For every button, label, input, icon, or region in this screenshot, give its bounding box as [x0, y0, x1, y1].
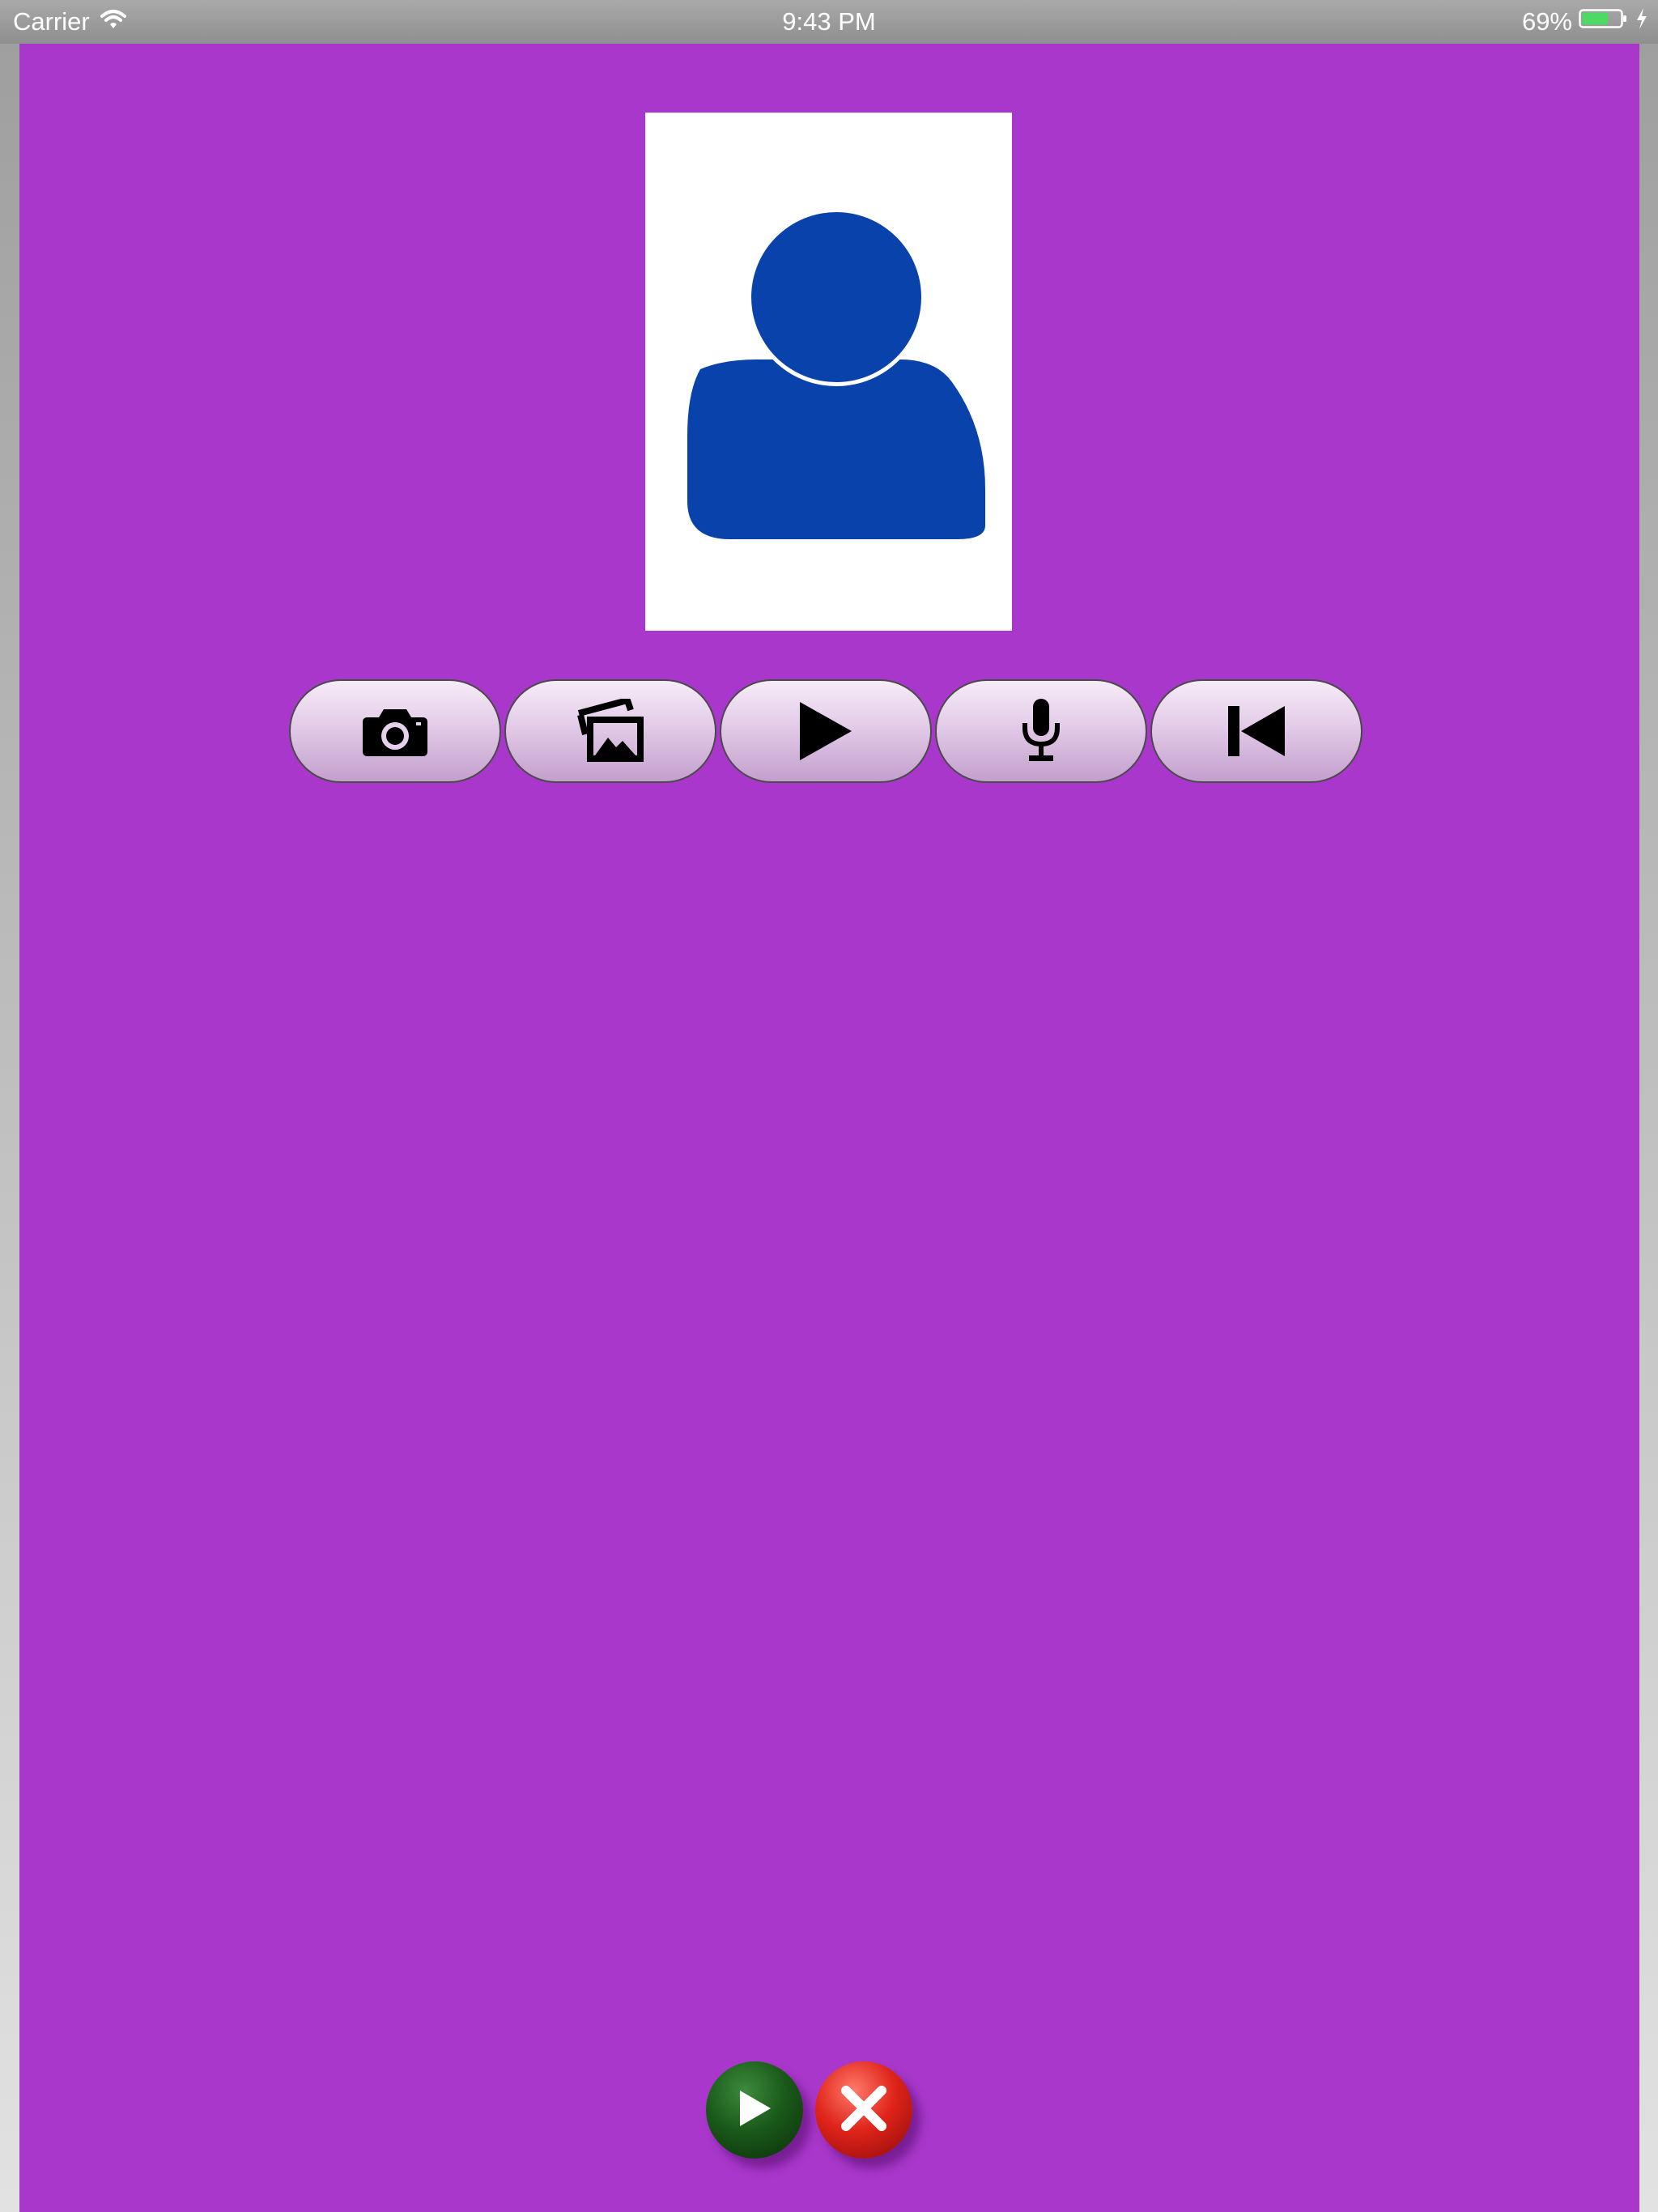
play-icon	[737, 2089, 772, 2132]
status-center: 9:43 PM	[0, 0, 1658, 44]
cancel-button[interactable]	[815, 2061, 912, 2159]
play-icon	[798, 700, 853, 762]
right-edge	[1639, 44, 1658, 2212]
record-button[interactable]	[935, 679, 1147, 783]
left-edge	[0, 44, 19, 2212]
status-right: 69%	[1522, 0, 1648, 44]
battery-percent-label: 69%	[1521, 7, 1572, 36]
status-bar: Carrier 9:43 PM 69%	[0, 0, 1658, 44]
camera-button[interactable]	[289, 679, 501, 783]
person-silhouette-icon	[687, 208, 985, 539]
charging-bolt-icon	[1635, 7, 1648, 36]
close-icon	[838, 2082, 890, 2138]
microphone-icon	[1021, 697, 1061, 765]
rewind-button[interactable]	[1150, 679, 1363, 783]
main-panel	[19, 44, 1639, 2212]
camera-icon	[361, 704, 429, 758]
battery-icon	[1579, 7, 1629, 36]
photo-gallery-icon	[576, 699, 645, 764]
go-button[interactable]	[706, 2061, 803, 2159]
play-button[interactable]	[720, 679, 932, 783]
battery-fill	[1582, 12, 1609, 25]
profile-photo-frame[interactable]	[645, 113, 1012, 631]
clock-label: 9:43 PM	[782, 7, 876, 36]
media-toolbar	[289, 679, 1363, 783]
gallery-button[interactable]	[504, 679, 716, 783]
skip-back-icon	[1226, 704, 1286, 758]
